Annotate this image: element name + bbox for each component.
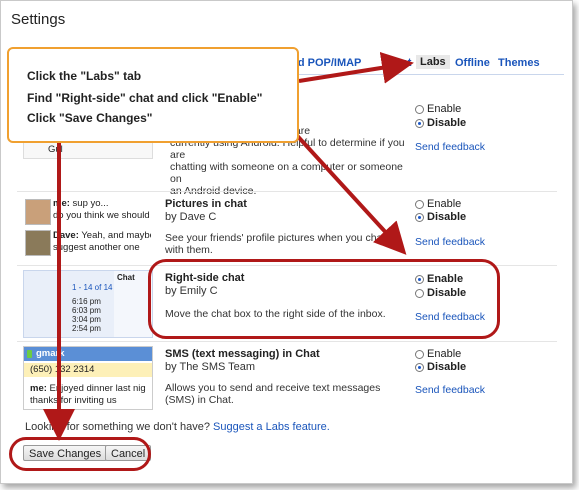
feature-description: Allows you to send and receive text mess… (165, 382, 381, 406)
thumb-text: 1 - 14 of 14 (72, 283, 113, 292)
tab-themes[interactable]: Themes (498, 57, 540, 69)
thumb-text: 3:04 pm (72, 315, 101, 324)
lab-feature-sms-in-chat: gmark (650) 132 2314 me: Enjoyed dinner … (17, 341, 557, 414)
feature-author: by Dave C (165, 211, 217, 223)
tab-labs[interactable]: Labs (416, 55, 450, 69)
feature-title: Pictures in chat (165, 198, 247, 210)
thumb-text: 2:54 pm (72, 324, 101, 333)
disable-option[interactable]: Disable (415, 361, 466, 373)
thumb-text: thanks for inviting us (30, 395, 117, 406)
page-title: Settings (11, 11, 66, 28)
thumb-text: (650) 132 2314 (30, 364, 95, 375)
radio-icon[interactable] (415, 349, 424, 359)
avatar (25, 230, 51, 256)
radio-selected-icon[interactable] (415, 118, 424, 128)
desc-line: chatting with someone on a computer or s… (170, 161, 403, 185)
send-feedback-link[interactable]: Send feedback (415, 141, 485, 153)
feature-thumbnail: me: sup yo... do you think we should Dav… (23, 196, 151, 258)
thumb-text: 6:03 pm (72, 306, 101, 315)
radio-selected-icon[interactable] (415, 362, 424, 372)
thumb-text: Chat (117, 273, 135, 282)
lab-feature-pictures-in-chat: me: sup yo... do you think we should Dav… (17, 191, 557, 264)
disable-option[interactable]: Disable (415, 117, 466, 129)
enable-option[interactable]: Enable (415, 103, 461, 115)
send-feedback-link[interactable]: Send feedback (415, 236, 485, 248)
feature-thumbnail: gmark (650) 132 2314 me: Enjoyed dinner … (23, 346, 153, 410)
phone-icon (27, 350, 32, 358)
disable-option[interactable]: Disable (415, 211, 466, 223)
feature-thumbnail: 1 - 14 of 14 6:16 pm 6:03 pm 3:04 pm 2:5… (23, 270, 153, 338)
thumb-text: do you think we should (53, 210, 150, 221)
suggest-feature-link[interactable]: Suggest a Labs feature. (213, 421, 330, 433)
callout-line: Find "Right-side" chat and click "Enable… (27, 91, 263, 105)
callout-line: Click "Save Changes" (27, 111, 153, 125)
highlight-right-side-chat (148, 259, 500, 339)
tab-chat[interactable]: Chat (387, 57, 411, 69)
thumb-text: gmark (36, 348, 65, 359)
radio-icon[interactable] (415, 199, 424, 209)
thumb-text: suggest another one (53, 242, 140, 253)
enable-option[interactable]: Enable (415, 348, 461, 360)
thumb-text: 6:16 pm (72, 297, 101, 306)
settings-window: Settings and POP/IMAP Chat Labs Offline … (0, 0, 573, 484)
avatar (25, 199, 51, 225)
callout-line: Click the "Labs" tab (27, 69, 142, 83)
highlight-save-buttons (9, 437, 151, 471)
thumb-text: Gul (48, 144, 63, 155)
radio-icon[interactable] (415, 104, 424, 114)
instruction-callout: Click the "Labs" tab Find "Right-side" c… (7, 47, 299, 143)
send-feedback-link[interactable]: Send feedback (415, 384, 485, 396)
feature-author: by The SMS Team (165, 361, 256, 373)
tab-offline[interactable]: Offline (455, 57, 490, 69)
feature-title: SMS (text messaging) in Chat (165, 348, 320, 360)
looking-text: Looking for something we don't have? Sug… (25, 421, 330, 433)
feature-description: See your friends' profile pictures when … (165, 232, 386, 256)
radio-selected-icon[interactable] (415, 212, 424, 222)
enable-option[interactable]: Enable (415, 198, 461, 210)
